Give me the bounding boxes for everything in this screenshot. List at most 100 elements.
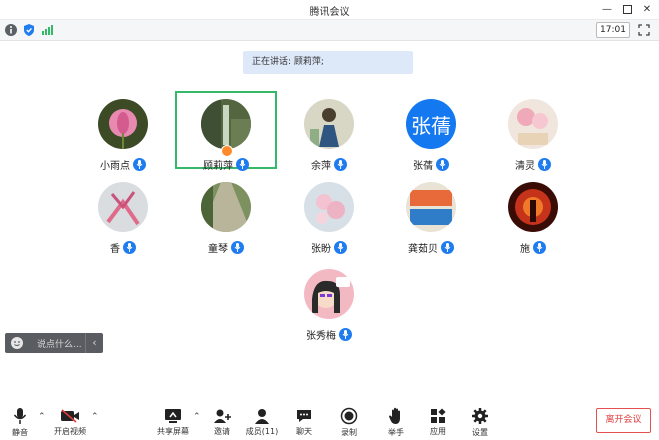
share-screen-label: 共享屏幕 [157, 427, 189, 436]
participant-tile[interactable]: 余萍 [278, 91, 380, 172]
mute-label: 静音 [12, 428, 28, 437]
title-bar: 腾讯会议 — ✕ [0, 0, 659, 20]
participant-tile[interactable]: 张盼 [278, 174, 380, 255]
speaking-banner: 正在讲话: 顾莉萍; [243, 51, 413, 74]
minimize-icon: — [602, 3, 612, 15]
settings-icon [472, 408, 488, 424]
participant-name: 香 [110, 243, 120, 255]
mute-options-caret-icon[interactable]: ⌃ [38, 412, 46, 422]
avatar [201, 182, 251, 232]
participant-name: 张秀梅 [306, 330, 336, 342]
share-screen-icon [165, 408, 181, 423]
mute-button[interactable]: 静音 [0, 407, 40, 437]
chat-input[interactable]: 说点什么... ‹ [5, 333, 103, 353]
meeting-time: 17:01 [596, 22, 630, 38]
leave-meeting-button[interactable]: 离开会议 [596, 408, 651, 433]
close-button[interactable]: ✕ [636, 1, 658, 17]
avatar [508, 99, 558, 149]
participant-tile[interactable]: 清灵 [482, 91, 584, 172]
mic-icon [334, 240, 347, 254]
avatar [406, 182, 456, 232]
invite-icon [214, 409, 231, 423]
settings-label: 设置 [472, 428, 488, 437]
record-icon [340, 407, 358, 425]
participant-tile[interactable]: 香 [72, 174, 174, 255]
raise-hand-button[interactable]: 举手 [376, 407, 416, 437]
bottom-toolbar: 静音 ⌃ 开启视频 ⌃ 共享屏幕 ⌃ 邀请 成员(11) 聊天 录制 举手 应用… [0, 398, 659, 440]
mic-icon [13, 408, 27, 424]
video-label: 开启视频 [54, 427, 86, 436]
participant-tile[interactable]: 龚茹贝 [380, 174, 482, 255]
info-icon[interactable] [4, 23, 18, 37]
close-icon: ✕ [642, 3, 652, 15]
share-options-caret-icon[interactable]: ⌃ [193, 412, 201, 422]
mic-icon [533, 240, 546, 254]
participant-name: 清灵 [515, 160, 535, 172]
invite-button[interactable]: 邀请 [202, 407, 242, 437]
avatar [304, 182, 354, 232]
collapse-chat-button[interactable]: ‹ [85, 333, 103, 353]
avatar-initials: 张蒨 [406, 99, 456, 149]
video-options-caret-icon[interactable]: ⌃ [91, 412, 99, 422]
mic-icon [339, 327, 352, 341]
record-label: 录制 [341, 428, 357, 437]
maximize-button[interactable] [616, 1, 638, 17]
avatar [98, 99, 148, 149]
participant-tile[interactable]: 童琴 [175, 174, 277, 255]
mic-icon [334, 157, 347, 171]
chat-placeholder: 说点什么... [37, 340, 82, 350]
mic-icon [236, 157, 249, 171]
apps-button[interactable]: 应用 [418, 407, 458, 437]
signal-icon[interactable] [40, 23, 54, 37]
video-button[interactable]: 开启视频 [50, 407, 90, 437]
settings-button[interactable]: 设置 [460, 407, 500, 437]
participant-tile[interactable]: 张蒨 张蒨 [380, 91, 482, 172]
chevron-left-icon: ‹ [92, 336, 97, 349]
members-label: 成员(11) [245, 427, 279, 436]
top-info-bar: 17:01 [0, 20, 659, 41]
participant-tile[interactable]: 张秀梅 [278, 261, 380, 342]
record-button[interactable]: 录制 [329, 407, 369, 437]
avatar [508, 182, 558, 232]
participant-name: 余萍 [311, 160, 331, 172]
chat-button[interactable]: 聊天 [284, 407, 324, 437]
window-title: 腾讯会议 [309, 7, 350, 18]
participant-name: 龚茹贝 [408, 243, 438, 255]
raise-hand-icon [389, 407, 400, 424]
apps-label: 应用 [430, 427, 446, 436]
mic-icon [231, 240, 244, 254]
avatar [304, 99, 354, 149]
participant-name: 小雨点 [100, 160, 130, 172]
avatar: 张蒨 [406, 99, 456, 149]
mic-icon [441, 240, 454, 254]
mic-icon [436, 157, 449, 171]
mic-icon [538, 157, 551, 171]
participant-name: 施 [520, 243, 530, 255]
minimize-button[interactable]: — [596, 1, 618, 17]
avatar [98, 182, 148, 232]
participant-name: 张盼 [311, 243, 331, 255]
emoji-icon[interactable] [10, 336, 24, 350]
participant-tile[interactable]: 施 [482, 174, 584, 255]
camera-off-icon [61, 408, 79, 423]
fullscreen-icon[interactable] [637, 23, 651, 37]
participant-name: 童琴 [208, 243, 228, 255]
participant-tile-active[interactable]: 顾莉萍 [175, 91, 277, 172]
apps-icon [431, 407, 446, 423]
raise-hand-label: 举手 [388, 428, 404, 437]
mic-icon [133, 157, 146, 171]
host-badge-icon [221, 145, 233, 157]
members-button[interactable]: 成员(11) [242, 407, 282, 437]
invite-label: 邀请 [214, 427, 230, 436]
share-screen-button[interactable]: 共享屏幕 [153, 407, 193, 437]
participant-name: 顾莉萍 [203, 160, 233, 172]
participant-tile[interactable]: 小雨点 [72, 91, 174, 172]
shield-icon[interactable] [22, 23, 36, 37]
chat-label: 聊天 [296, 427, 312, 436]
avatar [304, 269, 354, 319]
participant-name: 张蒨 [413, 160, 433, 172]
chat-icon [297, 409, 311, 422]
mic-icon [123, 240, 136, 254]
members-icon [255, 408, 269, 424]
maximize-icon [622, 4, 632, 14]
